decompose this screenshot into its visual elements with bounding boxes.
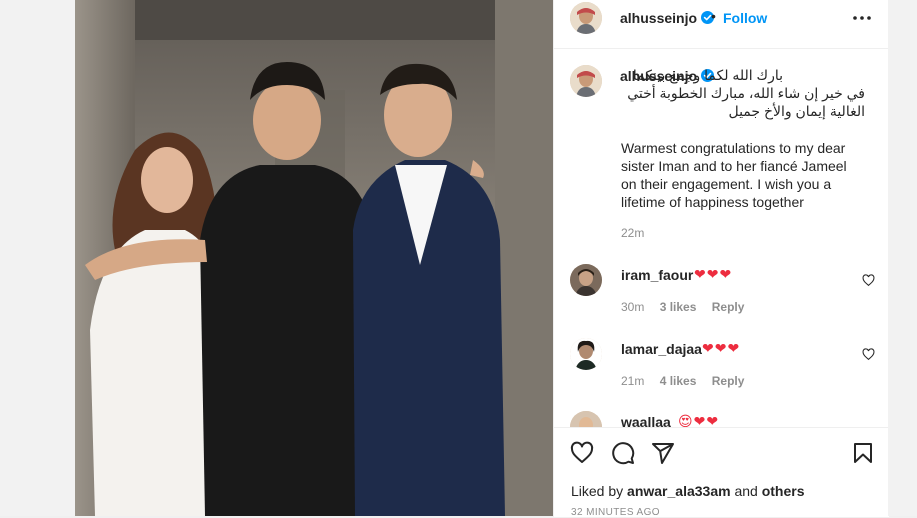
liked-by-and: and (730, 483, 762, 499)
header-separator: • (711, 8, 716, 24)
caption-arabic-line-2: في خير إن شاء الله، مبارك الخطوبة أختي (627, 85, 865, 101)
more-icon[interactable] (850, 10, 874, 26)
comment-likes[interactable]: 4 likes (660, 374, 697, 388)
author-avatar[interactable] (570, 2, 602, 34)
comment-text: ❤❤❤ (702, 340, 741, 356)
commenter-avatar[interactable] (570, 411, 602, 427)
avatar-image (570, 338, 602, 370)
right-gutter (888, 0, 917, 516)
comment-item: waallaa 😍❤❤ (554, 411, 889, 427)
post-photo[interactable] (75, 0, 553, 516)
comment-time[interactable]: 30m (621, 300, 644, 314)
caption-timestamp[interactable]: 22m (621, 226, 644, 240)
caption-arabic: بارك الله لكما وجمع بينكما في خير إن شاء… (620, 66, 865, 120)
follow-button[interactable]: Follow (723, 10, 767, 26)
post-timestamp[interactable]: 32 MINUTES AGO (571, 507, 660, 518)
caption-arabic-line-1: بارك الله لكما وجمع بينكما (632, 67, 783, 83)
avatar-image (570, 411, 602, 427)
avatar-image (570, 2, 602, 34)
comment-username[interactable]: waallaa (621, 414, 671, 427)
comment-text: 😍❤❤ (678, 413, 720, 427)
avatar-image (570, 264, 602, 296)
comment-username[interactable]: iram_faour (621, 267, 693, 283)
caption-english: Warmest congratulations to my dear siste… (621, 140, 847, 210)
liked-by: Liked by anwar_ala33am and others (571, 483, 805, 499)
caption-arabic-line-3: الغالية إيمان والأخ جميل (728, 103, 865, 119)
author-username-text[interactable]: alhusseinjo (620, 10, 697, 26)
comment-meta: 21m 4 likes Reply (621, 374, 756, 388)
comment-item: lamar_dajaa ❤❤❤ 21m 4 likes Reply (554, 338, 889, 398)
post-header: alhusseinjo • Follow (554, 0, 889, 49)
post-photo-illustration (75, 0, 553, 516)
post-actions: Liked by anwar_ala33am and others 32 MIN… (554, 427, 889, 518)
heart-icon[interactable] (862, 274, 875, 287)
comment-meta: 30m 3 likes Reply (621, 300, 756, 314)
share-icon[interactable] (651, 441, 675, 465)
heart-icon[interactable] (570, 441, 594, 465)
comment-time[interactable]: 21m (621, 374, 644, 388)
bookmark-icon[interactable] (851, 441, 875, 465)
commenter-avatar[interactable] (570, 264, 602, 296)
author-username[interactable]: alhusseinjo (620, 10, 715, 26)
comment-text: ❤❤❤ (694, 266, 733, 282)
liked-by-others[interactable]: others (762, 483, 805, 499)
liked-by-user[interactable]: anwar_ala33am (627, 483, 731, 499)
caption-author-avatar[interactable] (570, 65, 602, 97)
comment-item: iram_faour ❤❤❤ 30m 3 likes Reply (554, 264, 889, 324)
comment-username[interactable]: lamar_dajaa (621, 341, 702, 357)
comment-icon[interactable] (611, 441, 635, 465)
left-gutter (0, 0, 75, 516)
reply-button[interactable]: Reply (712, 300, 745, 314)
commenter-avatar[interactable] (570, 338, 602, 370)
reply-button[interactable]: Reply (712, 374, 745, 388)
heart-icon[interactable] (862, 348, 875, 361)
avatar-image (570, 65, 602, 97)
post-side-panel: alhusseinjo • Follow alhusseinjo بارك ال… (553, 0, 889, 518)
comments-scroll-area[interactable]: alhusseinjo بارك الله لكما وجمع بينكما ف… (554, 49, 889, 427)
comment-likes[interactable]: 3 likes (660, 300, 697, 314)
liked-by-prefix: Liked by (571, 483, 628, 499)
